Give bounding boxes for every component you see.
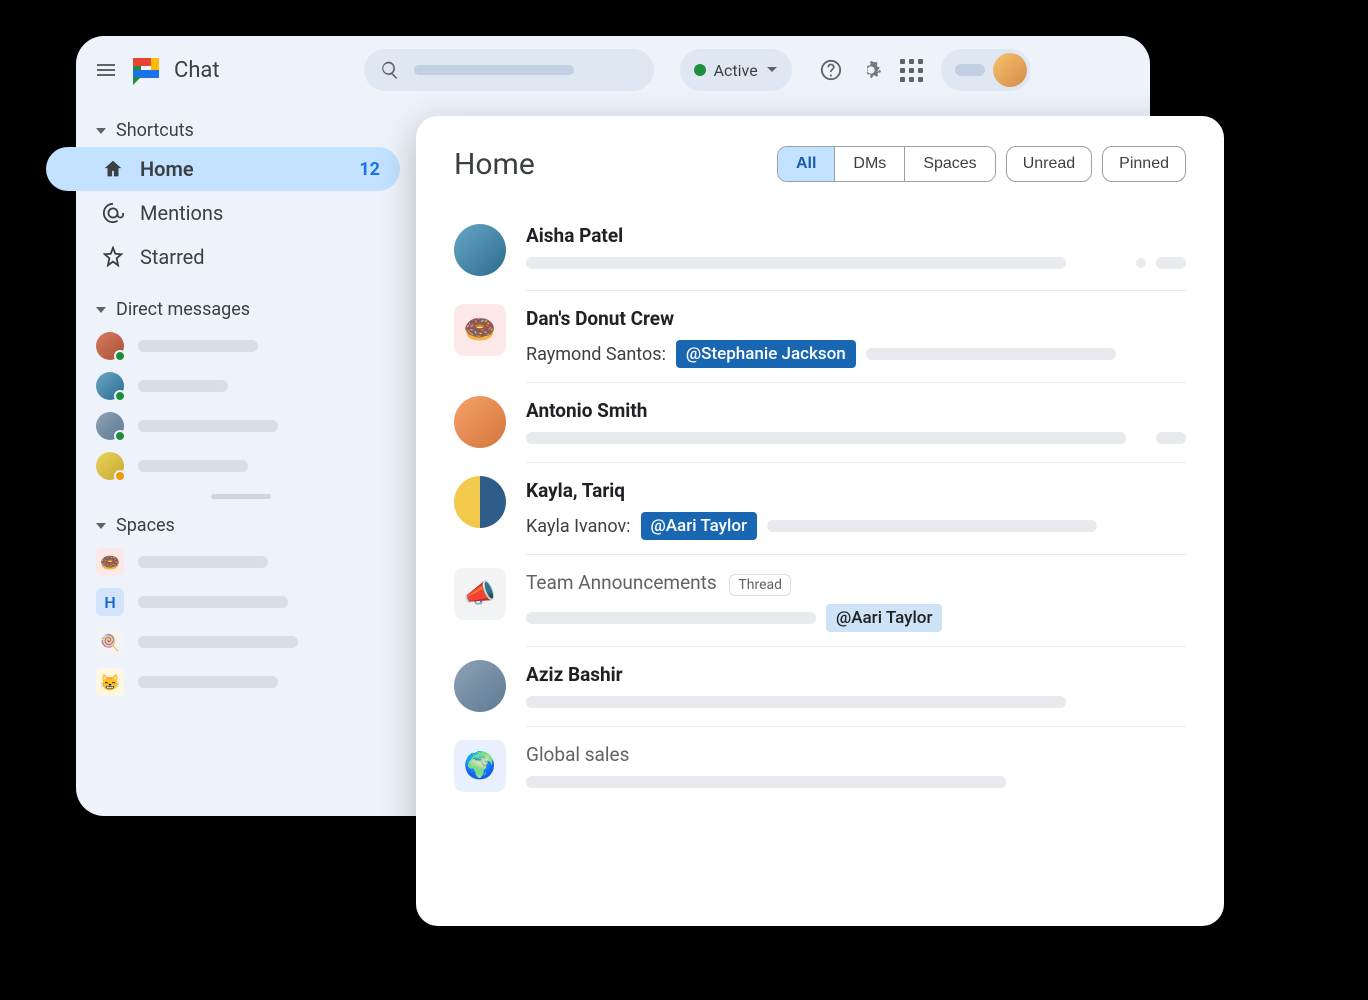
caret-icon (96, 307, 106, 313)
space-avatar: 📣 (454, 568, 506, 620)
dm-item[interactable] (82, 326, 400, 366)
conversation-title: Aziz Bashir (526, 663, 1186, 686)
conversation-item[interactable]: Kayla, Tariq Kayla Ivanov: @Aari Taylor (454, 462, 1186, 554)
resize-handle[interactable] (211, 494, 271, 499)
conversation-item[interactable]: Aziz Bashir (454, 646, 1186, 726)
mention-chip: @Aari Taylor (826, 604, 942, 632)
group-avatar (454, 476, 506, 528)
section-direct-messages[interactable]: Direct messages (82, 293, 400, 326)
space-item[interactable]: H (82, 582, 400, 622)
message-sender: Raymond Santos: (526, 344, 666, 365)
app-name: Chat (174, 58, 220, 83)
conversation-title: Antonio Smith (526, 399, 1186, 422)
sidebar: Shortcuts Home 12 Mentions Starred Direc… (76, 104, 406, 702)
mention-chip: @Aari Taylor (641, 512, 757, 540)
conversation-item[interactable]: Antonio Smith (454, 382, 1186, 462)
help-icon[interactable] (820, 59, 842, 81)
main-panel: Home All DMs Spaces Unread Pinned Aisha … (416, 116, 1224, 926)
avatar (454, 396, 506, 448)
conversation-item[interactable]: 🌍 Global sales (454, 726, 1186, 806)
filter-pinned[interactable]: Pinned (1102, 146, 1186, 182)
conversation-title: Aisha Patel (526, 224, 1186, 247)
segmented-control: All DMs Spaces (777, 146, 996, 182)
space-item[interactable]: 😸 (82, 662, 400, 702)
presence-dot-icon (114, 390, 126, 402)
app-logo: Chat (132, 54, 220, 86)
sidebar-item-starred[interactable]: Starred (82, 235, 400, 279)
dm-item[interactable] (82, 446, 400, 486)
space-avatar: 🍩 (96, 548, 124, 576)
dm-item[interactable] (82, 366, 400, 406)
search-icon (380, 60, 400, 80)
space-avatar: 🍭 (96, 628, 124, 656)
header-actions (820, 49, 1031, 91)
conversation-item[interactable]: 📣 Team Announcements Thread @Aari Taylor (454, 554, 1186, 646)
home-icon (102, 158, 124, 180)
conversation-title: Team Announcements Thread (526, 571, 1186, 594)
conversation-item[interactable]: Aisha Patel (454, 210, 1186, 290)
filter-dms[interactable]: DMs (835, 147, 905, 181)
filter-spaces[interactable]: Spaces (905, 147, 994, 181)
filter-bar: All DMs Spaces Unread Pinned (777, 146, 1186, 182)
at-icon (102, 202, 124, 224)
section-spaces[interactable]: Spaces (82, 509, 400, 542)
account-switcher[interactable] (941, 49, 1031, 91)
message-sender: Kayla Ivanov: (526, 516, 631, 537)
presence-dot-icon (114, 470, 126, 482)
space-item[interactable]: 🍭 (82, 622, 400, 662)
avatar (454, 224, 506, 276)
space-avatar: 🍩 (454, 304, 506, 356)
search-input[interactable] (364, 49, 654, 91)
caret-icon (96, 128, 106, 134)
apps-grid-icon[interactable] (900, 59, 923, 82)
section-shortcuts[interactable]: Shortcuts (82, 114, 400, 147)
avatar (96, 452, 124, 480)
avatar (993, 53, 1027, 87)
conversation-item[interactable]: 🍩 Dan's Donut Crew Raymond Santos: @Step… (454, 290, 1186, 382)
menu-icon[interactable] (94, 58, 118, 82)
top-bar: Chat Active (76, 36, 1150, 104)
space-avatar: H (96, 588, 124, 616)
space-avatar: 🌍 (454, 740, 506, 792)
search-placeholder (414, 65, 574, 75)
page-title: Home (454, 147, 535, 182)
presence-dot-icon (694, 64, 706, 76)
conversation-title: Dan's Donut Crew (526, 307, 1186, 330)
avatar (454, 660, 506, 712)
sidebar-item-home[interactable]: Home 12 (46, 147, 400, 191)
caret-icon (96, 523, 106, 529)
mention-chip: @Stephanie Jackson (676, 340, 856, 368)
conversation-title: Global sales (526, 743, 1186, 766)
filter-unread[interactable]: Unread (1006, 146, 1092, 182)
dm-item[interactable] (82, 406, 400, 446)
chevron-down-icon (766, 64, 778, 76)
gear-icon[interactable] (860, 59, 882, 81)
presence-dot-icon (114, 430, 126, 442)
filter-all[interactable]: All (778, 147, 835, 181)
space-avatar: 😸 (96, 668, 124, 696)
sidebar-item-mentions[interactable]: Mentions (82, 191, 400, 235)
avatar (96, 412, 124, 440)
conversation-title: Kayla, Tariq (526, 479, 1186, 502)
avatar (96, 372, 124, 400)
chat-logo-icon (132, 54, 164, 86)
status-selector[interactable]: Active (680, 49, 792, 91)
unread-badge: 12 (359, 159, 380, 180)
thread-chip: Thread (729, 574, 791, 596)
space-item[interactable]: 🍩 (82, 542, 400, 582)
status-label: Active (714, 61, 758, 80)
presence-dot-icon (114, 350, 126, 362)
star-icon (102, 246, 124, 268)
avatar (96, 332, 124, 360)
